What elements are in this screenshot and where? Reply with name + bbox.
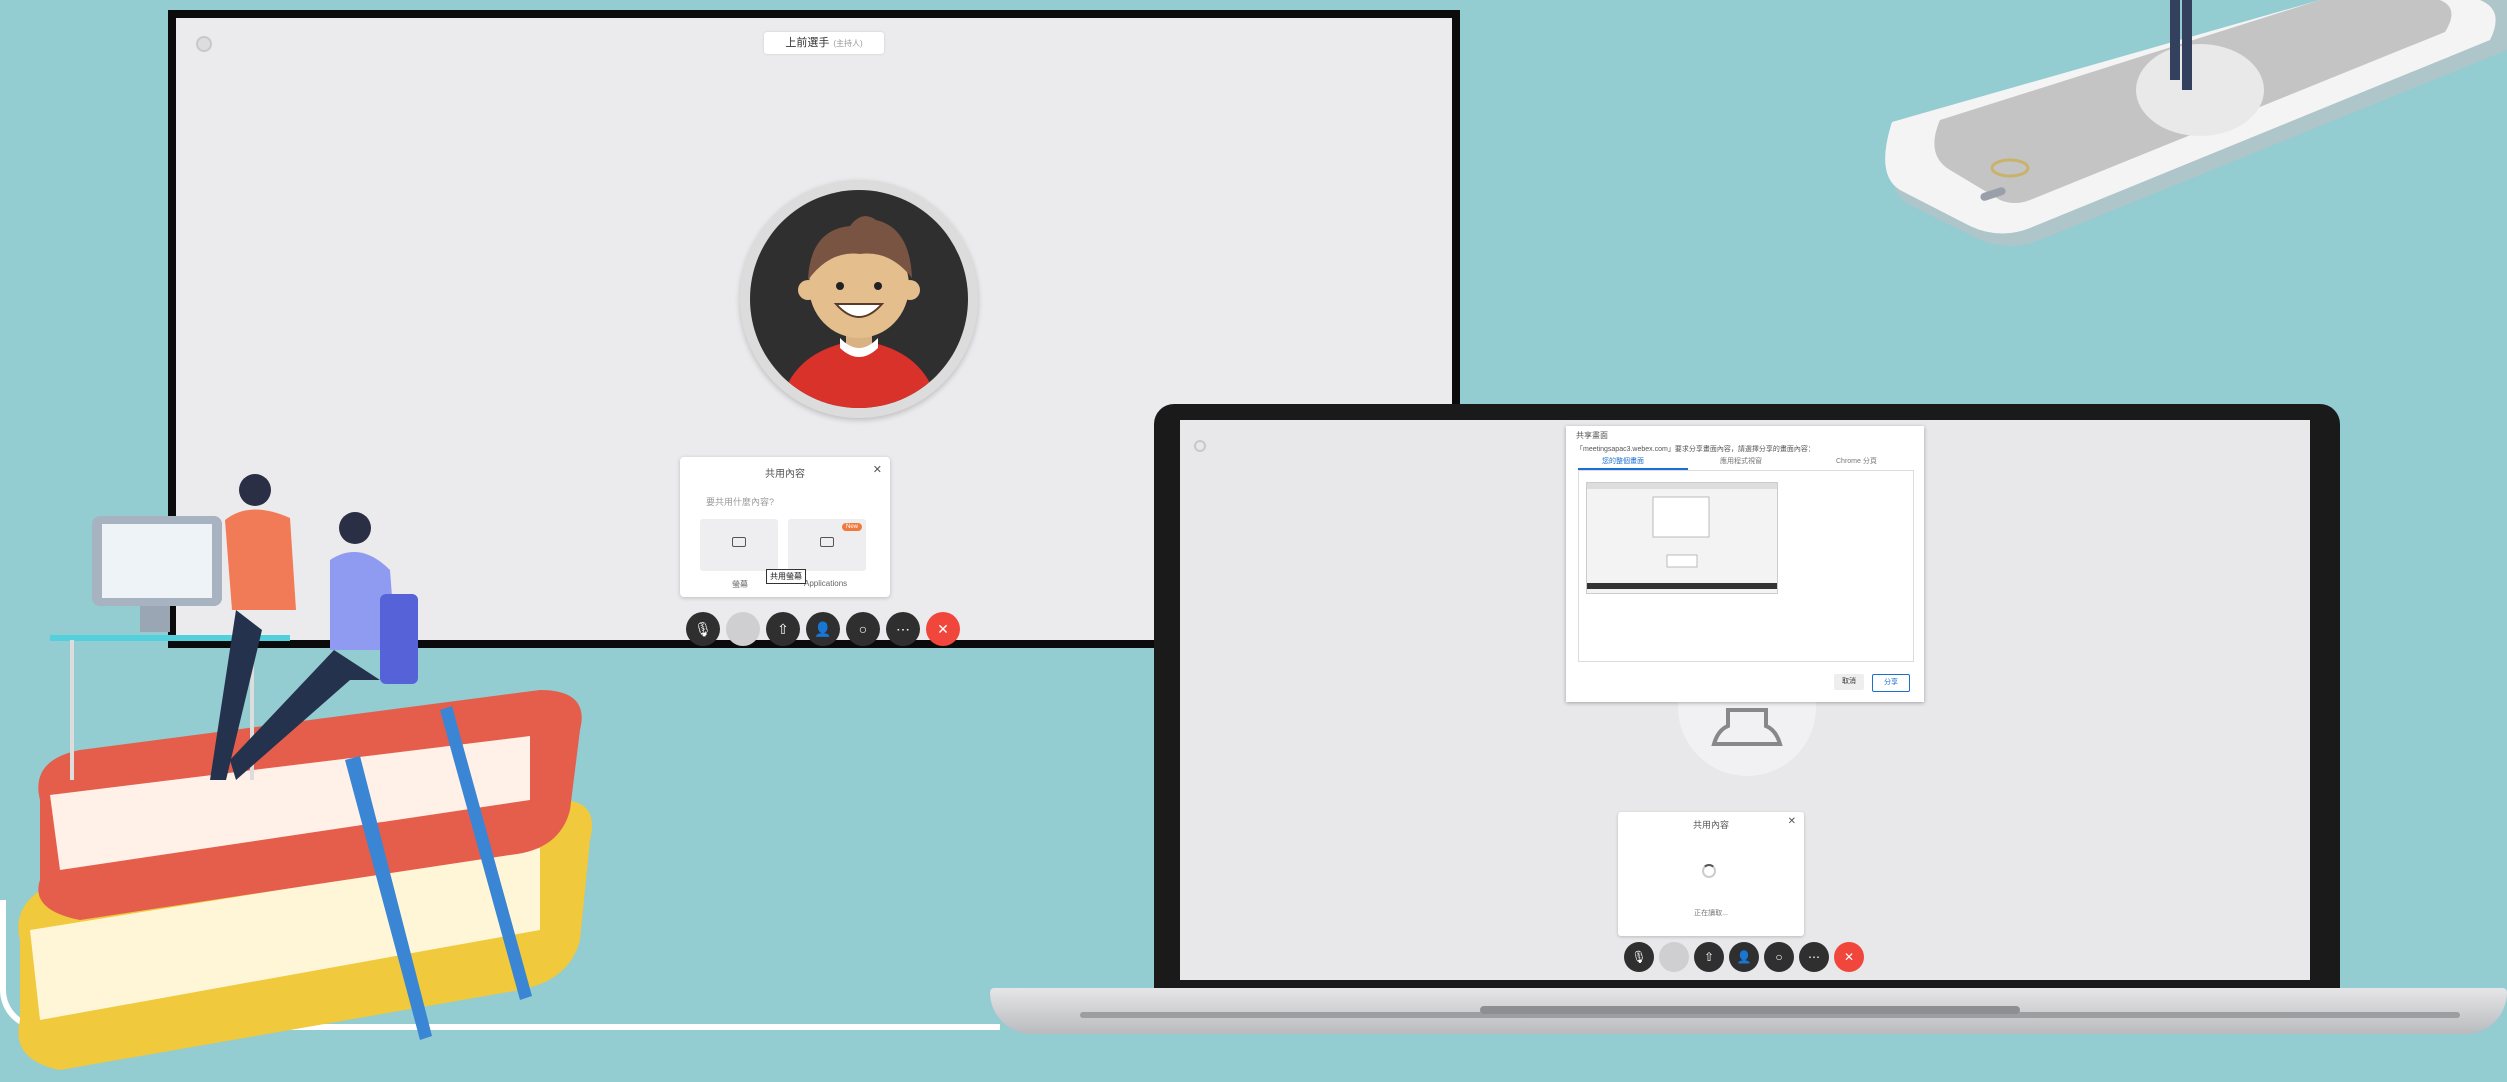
loading-spinner-icon	[1702, 864, 1716, 878]
participants-button[interactable]: 👤	[806, 612, 840, 646]
share-applications-label: Applications	[804, 579, 848, 588]
more-button[interactable]: ⋯	[886, 612, 920, 646]
laptop-notch	[1480, 1006, 2020, 1014]
share-button[interactable]: ⇧	[1694, 942, 1724, 972]
screen-thumbnail[interactable]	[1586, 482, 1778, 594]
participants-button[interactable]: 👤	[1729, 942, 1759, 972]
avatar	[750, 190, 968, 408]
video-button[interactable]	[1659, 942, 1689, 972]
more-button[interactable]: ⋯	[1799, 942, 1829, 972]
chat-button[interactable]: ○	[846, 612, 880, 646]
end-call-button[interactable]: ✕	[1834, 942, 1864, 972]
mic-button[interactable]: 🎙	[686, 612, 720, 646]
share-icon: ⇧	[777, 621, 789, 637]
close-icon[interactable]: ✕	[1788, 816, 1796, 827]
settings-icon[interactable]	[1194, 440, 1206, 452]
picker-title: 共享畫面	[1576, 431, 1608, 440]
chat-icon: ○	[858, 621, 868, 637]
mic-button[interactable]: 🎙	[1624, 942, 1654, 972]
meeting-title-text: 上前選手	[785, 37, 830, 49]
mic-icon: 🎙	[694, 621, 712, 637]
cancel-button[interactable]: 取消	[1834, 674, 1864, 690]
share-icon: ⇧	[1703, 950, 1715, 964]
chat-icon: ○	[1775, 950, 1783, 964]
thumbnail-preview	[1587, 483, 1777, 589]
participants-icon: 👤	[1736, 950, 1752, 964]
share-applications-option[interactable]: New	[788, 519, 866, 571]
mic-icon: 🎙	[1631, 950, 1647, 964]
share-dialog-question: 要共用什麼內容?	[706, 497, 775, 507]
chat-button[interactable]: ○	[1764, 942, 1794, 972]
shared-content-dialog: 共用內容 ✕ 正在讀取...	[1618, 812, 1804, 936]
share-screen-label: 螢幕	[732, 580, 748, 589]
share-content-dialog: 共用內容 ✕ 要共用什麼內容? New 螢幕 Applications 共用螢幕	[680, 457, 890, 597]
tooltip: 共用螢幕	[766, 569, 806, 584]
avatar-face-icon	[780, 216, 938, 408]
monitor-icon	[732, 537, 746, 547]
picker-description: 「meetingsapac3.webex.com」要求分享畫面內容，請選擇分享的…	[1576, 446, 1815, 453]
share-dialog-title: 共用內容	[765, 469, 805, 480]
end-call-icon: ✕	[937, 621, 949, 637]
meeting-title-sub: (主持人)	[833, 39, 863, 48]
end-call-button[interactable]: ✕	[926, 612, 960, 646]
tab-chrome-tab[interactable]: Chrome 分頁	[1836, 456, 1877, 466]
share-confirm-button[interactable]: 分享	[1872, 674, 1910, 692]
screen-share-picker-dialog: 共享畫面 「meetingsapac3.webex.com」要求分享畫面內容，請…	[1566, 426, 1924, 702]
books-people-illustration	[18, 474, 593, 1070]
more-icon: ⋯	[1808, 950, 1820, 964]
settings-icon[interactable]	[196, 36, 212, 52]
loading-status: 正在讀取...	[1694, 910, 1728, 917]
meeting-title: 上前選手 (主持人)	[764, 32, 884, 54]
close-icon[interactable]: ✕	[873, 463, 882, 476]
tab-entire-screen[interactable]: 您的整個畫面	[1602, 456, 1644, 466]
end-call-icon: ✕	[1843, 950, 1855, 964]
participants-icon: 👤	[814, 621, 832, 637]
phone-illustration	[1885, 0, 2507, 246]
tab-app-window[interactable]: 應用程式視窗	[1720, 456, 1762, 466]
more-icon: ⋯	[896, 621, 910, 637]
video-button[interactable]	[726, 612, 760, 646]
new-badge: New	[841, 523, 862, 531]
app-window-icon	[820, 537, 834, 547]
share-screen-option[interactable]	[700, 519, 778, 571]
share-button[interactable]: ⇧	[766, 612, 800, 646]
shared-dialog-title: 共用內容	[1692, 820, 1729, 830]
